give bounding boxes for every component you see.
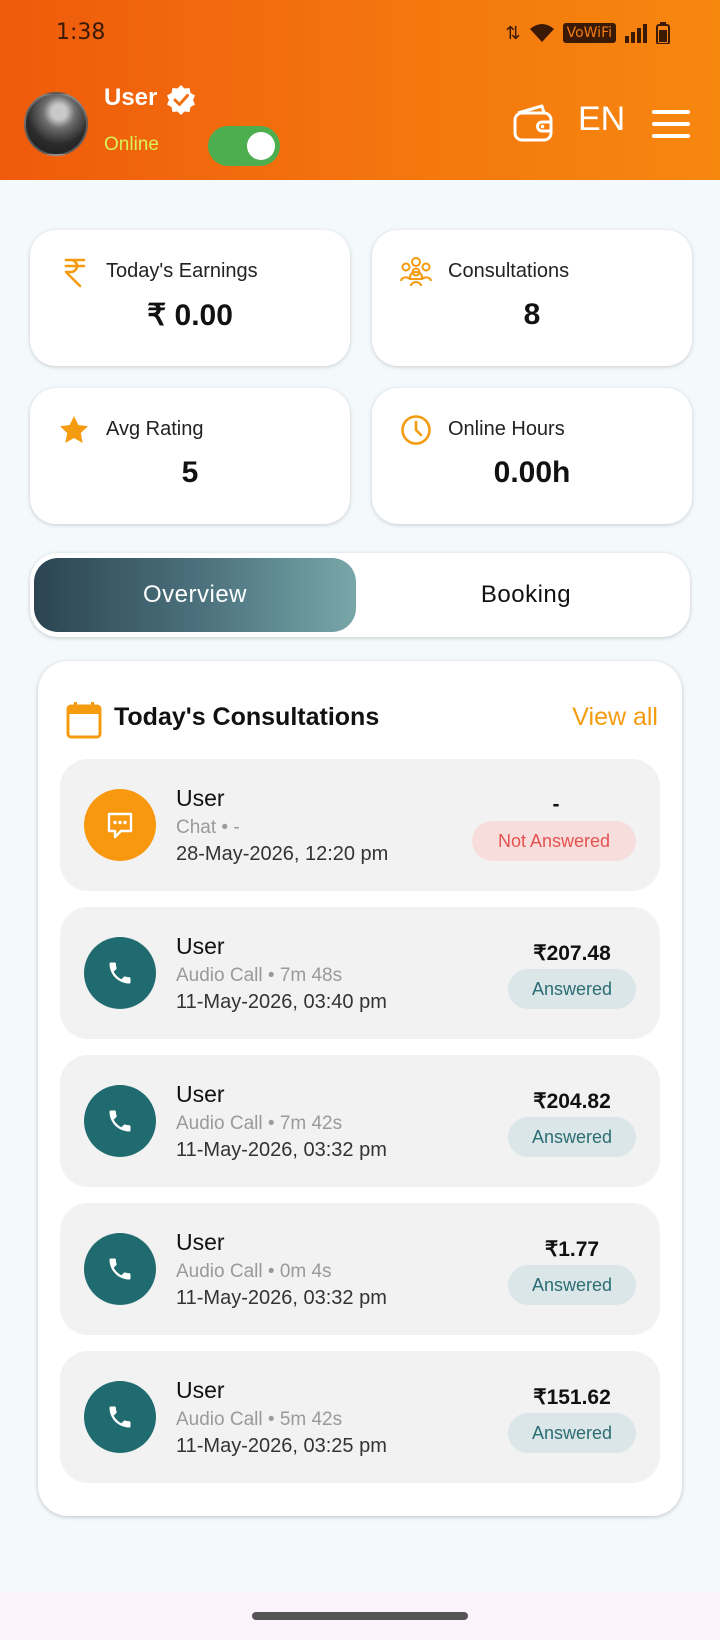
consultation-date: 11-May-2026, 03:32 pm — [176, 1287, 387, 1309]
consultation-meta: Audio Call • 5m 42s — [176, 1409, 343, 1430]
consultation-row[interactable]: User Audio Call • 7m 42s 11-May-2026, 03… — [60, 1055, 660, 1187]
consultation-meta: Chat • - — [176, 817, 240, 838]
calendar-icon — [66, 702, 102, 739]
hamburger-menu-icon[interactable] — [652, 110, 690, 138]
consultation-row[interactable]: User Audio Call • 7m 48s 11-May-2026, 03… — [60, 907, 660, 1039]
todays-consultations-panel: Today's Consultations View all User Chat… — [38, 661, 682, 1516]
view-all-link[interactable]: View all — [572, 703, 658, 732]
wallet-icon[interactable] — [512, 103, 556, 143]
consultation-date: 11-May-2026, 03:32 pm — [176, 1139, 387, 1161]
consultation-amount: ₹151.62 — [533, 1386, 611, 1409]
status-badge: Answered — [508, 1117, 636, 1157]
phone-icon — [109, 1258, 131, 1280]
consultation-amount: ₹207.48 — [533, 942, 611, 965]
consultation-amount: ₹204.82 — [533, 1090, 611, 1113]
stat-value: 0.00h — [493, 456, 571, 489]
consultation-meta: Audio Call • 7m 48s — [176, 965, 343, 986]
status-badge: Answered — [508, 969, 636, 1009]
stat-value: 8 — [523, 298, 541, 331]
signal-icon — [625, 24, 647, 43]
consultation-row[interactable]: User Chat • - 28-May-2026, 12:20 pm - No… — [60, 759, 660, 891]
tab-overview[interactable]: Overview — [34, 558, 356, 632]
stat-label: Avg Rating — [106, 418, 204, 440]
panel-title: Today's Consultations — [114, 703, 380, 731]
rupee-icon — [64, 258, 86, 288]
consultation-meta: Audio Call • 7m 42s — [176, 1113, 343, 1134]
clock-icon — [401, 415, 431, 445]
consultation-date: 28-May-2026, 12:20 pm — [176, 843, 389, 865]
call-avatar — [84, 1085, 156, 1157]
stat-label: Today's Earnings — [106, 260, 258, 282]
vowifi-badge: VoWiFi — [562, 23, 616, 43]
consultation-row[interactable]: User Audio Call • 0m 4s 11-May-2026, 03:… — [60, 1203, 660, 1335]
online-toggle[interactable] — [208, 126, 280, 166]
consultation-date: 11-May-2026, 03:25 pm — [176, 1435, 387, 1457]
verified-badge-icon — [167, 85, 195, 115]
consultation-user: User — [176, 933, 225, 959]
star-icon — [60, 416, 88, 443]
avatar[interactable] — [24, 92, 88, 156]
consultation-user: User — [176, 1081, 225, 1107]
consultation-row[interactable]: User Audio Call • 5m 42s 11-May-2026, 03… — [60, 1351, 660, 1483]
stat-card-earnings: Today's Earnings ₹ 0.00 — [30, 230, 350, 366]
stat-label: Consultations — [448, 260, 570, 282]
wifi-icon — [529, 24, 554, 42]
status-badge: Answered — [508, 1413, 636, 1453]
home-indicator[interactable] — [252, 1612, 468, 1620]
consultation-amount: - — [552, 793, 560, 816]
data-arrows-icon: ⇅ — [505, 22, 521, 44]
stat-card-consultations: Consultations 8 — [372, 230, 692, 366]
consultation-date: 11-May-2026, 03:40 pm — [176, 991, 387, 1013]
call-avatar — [84, 1233, 156, 1305]
status-time: 1:38 — [56, 20, 106, 45]
stat-value: 5 — [181, 456, 199, 489]
battery-icon — [656, 22, 670, 44]
stat-value: ₹ 0.00 — [147, 299, 233, 332]
stat-label: Online Hours — [448, 418, 565, 440]
tab-bar: Overview Booking — [30, 553, 690, 637]
tab-booking[interactable]: Booking — [366, 558, 686, 632]
consultation-amount: ₹1.77 — [544, 1238, 600, 1261]
toggle-knob — [247, 132, 275, 160]
phone-icon — [109, 1110, 131, 1132]
chat-avatar — [84, 789, 156, 861]
stat-card-online-hours: Online Hours 0.00h — [372, 388, 692, 524]
consultation-user: User — [176, 1377, 225, 1403]
group-icon — [400, 257, 432, 287]
phone-icon — [109, 962, 131, 984]
call-avatar — [84, 1381, 156, 1453]
consultation-user: User — [176, 785, 225, 811]
status-badge: Not Answered — [472, 821, 636, 861]
online-status-label: Online — [104, 134, 159, 155]
call-avatar — [84, 937, 156, 1009]
user-name: User — [104, 84, 158, 111]
status-icons: ⇅ VoWiFi — [506, 22, 671, 44]
status-badge: Answered — [508, 1265, 636, 1305]
consultation-user: User — [176, 1229, 225, 1255]
app-header: 1:38 ⇅ VoWiFi User Online EN — [0, 0, 720, 180]
consultation-meta: Audio Call • 0m 4s — [176, 1261, 332, 1282]
stat-card-rating: Avg Rating 5 — [30, 388, 350, 524]
language-selector[interactable]: EN — [578, 100, 625, 139]
chat-bubble-icon — [107, 812, 133, 839]
phone-icon — [109, 1406, 131, 1428]
